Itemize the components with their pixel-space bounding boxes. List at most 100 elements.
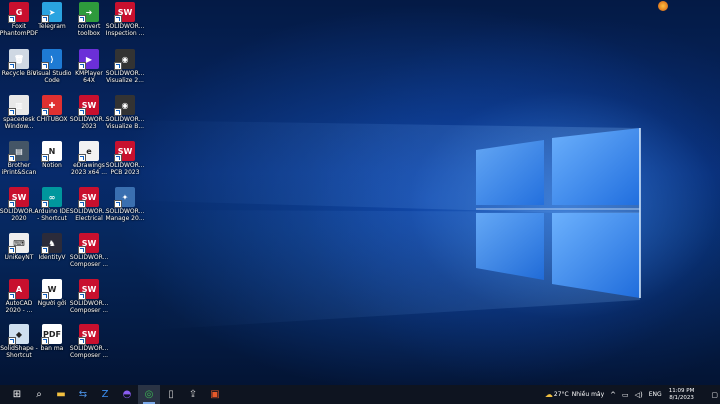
desktop-icon-notion[interactable]: N Notion xyxy=(32,141,72,169)
weather-icon[interactable]: ☁ xyxy=(545,390,553,399)
desktop-icon-label: SOLIDWOR... Composer ... xyxy=(69,345,109,359)
arrow-right-icon: ➜ xyxy=(78,2,99,23)
shortcut-arrow-icon xyxy=(41,154,49,162)
desktop-icon-label: SOLIDWOR... 2023 xyxy=(69,116,109,130)
taskbar-chrome-button[interactable]: ◎ xyxy=(138,385,160,404)
taskbar-search-button[interactable]: ⌕ xyxy=(28,385,50,404)
desktop-icon-sw-visualize-b[interactable]: ◉ SOLIDWOR... Visualize B... xyxy=(105,95,145,130)
desktop-icon-vscode[interactable]: ⟩ Visual Studio Code xyxy=(32,49,72,84)
kmplayer-icon: ▶ xyxy=(78,49,99,70)
desktop-icon-sw-manage[interactable]: ✦ SOLIDWOR... Manage 20... xyxy=(105,187,145,222)
taskbar-uploader-button[interactable]: ⇪ xyxy=(182,385,204,404)
game-icon: ♞ xyxy=(41,233,62,254)
desktop-icon-label: eDrawings 2023 x64 ... xyxy=(71,162,107,176)
folder-icon: ▬ xyxy=(56,389,66,400)
notification-icon[interactable]: ▢ xyxy=(711,391,718,399)
shortcut-arrow-icon xyxy=(114,62,122,70)
app-icon: ▣ xyxy=(210,389,220,400)
desktop-icon-label: SOLIDWOR... Visualize B... xyxy=(105,116,145,130)
desktop-icon-sw-inspection[interactable]: SW SOLIDWOR... Inspection ... xyxy=(105,2,145,37)
desktop-icon-label: Notion xyxy=(42,162,62,169)
network-icon[interactable]: ▭ xyxy=(622,391,629,399)
desktop-icon-sw-composer1[interactable]: SW SOLIDWOR... Composer ... xyxy=(69,233,109,268)
shortcut-arrow-icon xyxy=(41,15,49,23)
desktop-icon-arduino[interactable]: ∞ Arduino IDE - Shortcut xyxy=(32,187,72,222)
desktop-icon-edrawings[interactable]: e eDrawings 2023 x64 ... xyxy=(69,141,109,176)
chevron-up-icon[interactable]: ^ xyxy=(610,391,616,399)
desktop-icon-label: IdentityV xyxy=(38,254,66,261)
desktop-icon-kmplayer[interactable]: ▶ KMPlayer 64X xyxy=(69,49,109,84)
speaker-icon[interactable]: ◁) xyxy=(635,391,643,399)
shortcut-arrow-icon xyxy=(8,246,16,254)
desktop-icon-label: SOLIDWOR... Electrical xyxy=(69,208,109,222)
clock-time: 11:09 PM xyxy=(668,387,695,394)
shortcut-arrow-icon xyxy=(41,200,49,208)
pdf-icon: G xyxy=(8,2,29,23)
shortcut-arrow-icon xyxy=(114,200,122,208)
solidworks-visualize-icon: ◉ xyxy=(114,49,135,70)
desktop-icon-sw-composer3[interactable]: SW SOLIDWOR... Composer ... xyxy=(69,324,109,359)
keyboard-icon: ⌨ xyxy=(8,233,29,254)
solidworks-composer-icon: SW xyxy=(78,279,99,300)
clock[interactable]: 11:09 PM 8/1/2023 xyxy=(669,388,695,402)
usb-drive-icon: ▯ xyxy=(168,389,174,400)
desktop-icon-sw-composer2[interactable]: SW SOLIDWOR... Composer ... xyxy=(69,279,109,314)
desktop-icon-sw-visualize[interactable]: ◉ SOLIDWOR... Visualize 2... xyxy=(105,49,145,84)
taskbar-teamviewer-button[interactable]: ⇆ xyxy=(72,385,94,404)
desktop-icon-identityv[interactable]: ♞ IdentityV xyxy=(32,233,72,261)
chitubox-icon: ✚ xyxy=(41,95,62,116)
shortcut-arrow-icon xyxy=(41,292,49,300)
edrawings-icon: e xyxy=(78,141,99,162)
desktop-icon-ban-ma[interactable]: PDF ban ma xyxy=(32,324,72,352)
desktop-icon-label: SOLIDWOR... Composer ... xyxy=(69,254,109,268)
desktop-icon-label: Telegram xyxy=(38,23,66,30)
solidshape-icon: ◆ xyxy=(8,324,29,345)
shortcut-arrow-icon xyxy=(78,154,86,162)
chrome-icon: ◎ xyxy=(144,389,154,400)
notion-icon: N xyxy=(41,141,62,162)
desktop-icon-telegram[interactable]: ➤ Telegram xyxy=(32,2,72,30)
desktop-icon-label: SOLIDWOR... Composer ... xyxy=(69,300,109,314)
shortcut-arrow-icon xyxy=(114,108,122,116)
desktop-icon-label: CHITUBOX xyxy=(36,116,68,123)
taskbar-zalo-button[interactable]: Z xyxy=(94,385,116,404)
taskbar-app-orange-button[interactable]: ▣ xyxy=(204,385,226,404)
solidworks-composer-icon: SW xyxy=(78,324,99,345)
spacedesk-icon: ▥ xyxy=(8,95,29,116)
taskbar-messenger-button[interactable]: ◓ xyxy=(116,385,138,404)
desktop-icon-label: KMPlayer 64X xyxy=(75,70,103,84)
desktop-icon-label: SOLIDWOR... Manage 20... xyxy=(105,208,145,222)
weather-temp[interactable]: 27°C xyxy=(554,391,569,398)
shortcut-arrow-icon xyxy=(8,154,16,162)
desktop-icon-nguoi-goi[interactable]: W Người gởi xyxy=(32,279,72,307)
taskbar-explorer-button[interactable]: ▬ xyxy=(50,385,72,404)
autocad-icon: A xyxy=(8,279,29,300)
language-indicator[interactable]: ENG xyxy=(649,391,662,398)
shortcut-arrow-icon xyxy=(41,337,49,345)
shortcut-arrow-icon xyxy=(8,15,16,23)
shortcut-arrow-icon xyxy=(78,15,86,23)
desktop-icon-sw-pcb[interactable]: SW SOLIDWOR... PCB 2023 xyxy=(105,141,145,176)
shortcut-arrow-icon xyxy=(8,108,16,116)
desktop-icon-label: Arduino IDE - Shortcut xyxy=(34,208,70,222)
solidworks-icon: SW xyxy=(114,141,135,162)
shortcut-arrow-icon xyxy=(114,15,122,23)
shortcut-arrow-icon xyxy=(78,246,86,254)
shortcut-arrow-icon xyxy=(41,62,49,70)
desktop-icon-sw-electrical[interactable]: SW SOLIDWOR... Electrical xyxy=(69,187,109,222)
desktop-icon-sw-2023[interactable]: SW SOLIDWOR... 2023 xyxy=(69,95,109,130)
taskbar-apps: ⊞ ⌕ ▬ ⇆ Z ◓ ◎ ▯ ⇪ ▣ xyxy=(0,385,226,404)
desktop-icon-label: convert toolbox xyxy=(77,23,101,37)
arduino-icon: ∞ xyxy=(41,187,62,208)
word-document-icon: W xyxy=(41,279,62,300)
vscode-icon: ⟩ xyxy=(41,49,62,70)
desktop-icon-chitubox[interactable]: ✚ CHITUBOX xyxy=(32,95,72,123)
desktop-icon-convert[interactable]: ➜ convert toolbox xyxy=(69,2,109,37)
taskbar: ⊞ ⌕ ▬ ⇆ Z ◓ ◎ ▯ ⇪ ▣ ☁ 27°C Nhiều mây ^ ▭ ◁) ENG 1… xyxy=(0,385,720,404)
messenger-icon: ◓ xyxy=(122,389,132,400)
zalo-icon: Z xyxy=(101,389,109,400)
taskbar-start-button[interactable]: ⊞ xyxy=(6,385,28,404)
clock-date: 8/1/2023 xyxy=(669,394,694,401)
taskbar-usb-button[interactable]: ▯ xyxy=(160,385,182,404)
weather-desc[interactable]: Nhiều mây xyxy=(572,391,604,398)
